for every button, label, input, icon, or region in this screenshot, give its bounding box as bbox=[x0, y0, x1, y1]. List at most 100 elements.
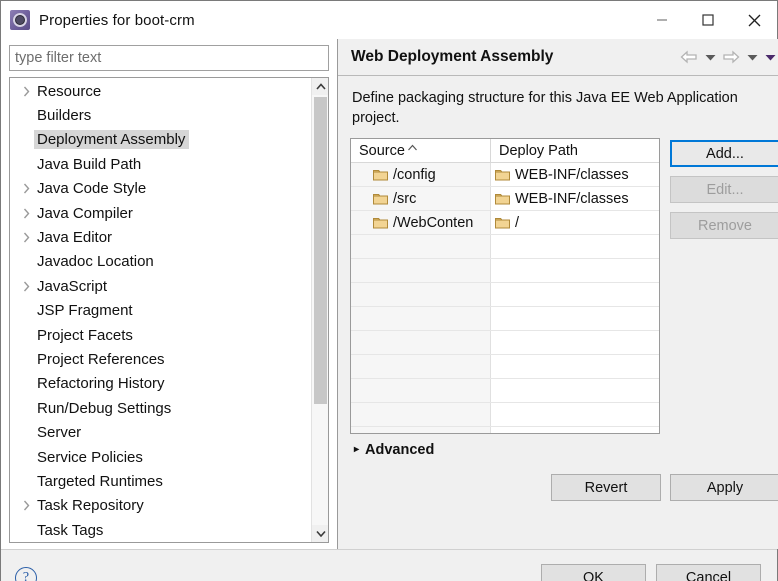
edit-button[interactable]: Edit... bbox=[670, 176, 778, 203]
chevron-right-icon[interactable] bbox=[18, 498, 34, 514]
remove-button[interactable]: Remove bbox=[670, 212, 778, 239]
sidebar-item-jsp-fragment[interactable]: JSP Fragment bbox=[10, 299, 311, 323]
table-row[interactable]: /src WEB-INF/classes bbox=[351, 187, 659, 211]
sidebar-item-server[interactable]: Server bbox=[10, 420, 311, 444]
column-header-source[interactable]: Source bbox=[351, 139, 491, 162]
cell-empty-source bbox=[351, 427, 491, 433]
settings-sidebar: Resource Builders Deployment Assembly Java … bbox=[1, 39, 337, 550]
window-title: Properties for boot-crm bbox=[39, 11, 195, 29]
page-header: Web Deployment Assembly bbox=[338, 39, 778, 76]
page-nav-controls bbox=[678, 46, 778, 68]
chevron-right-icon[interactable] bbox=[18, 278, 34, 294]
chevron-right-icon[interactable] bbox=[18, 83, 34, 99]
apply-button[interactable]: Apply bbox=[670, 474, 778, 501]
filter-input[interactable] bbox=[9, 45, 329, 71]
sidebar-item-run-debug-settings[interactable]: Run/Debug Settings bbox=[10, 396, 311, 420]
sidebar-item-project-facets[interactable]: Project Facets bbox=[10, 323, 311, 347]
sidebar-item-javascript[interactable]: JavaScript bbox=[10, 274, 311, 298]
sidebar-item-java-compiler[interactable]: Java Compiler bbox=[10, 201, 311, 225]
table-row-empty bbox=[351, 259, 659, 283]
scroll-down-button[interactable] bbox=[312, 525, 328, 543]
folder-icon bbox=[495, 168, 510, 181]
settings-page: Web Deployment Assembly Define packaging… bbox=[337, 39, 778, 550]
table-row[interactable]: /config WEB-INF/classes bbox=[351, 163, 659, 187]
chevron-right-icon[interactable] bbox=[18, 205, 34, 221]
close-button[interactable] bbox=[731, 1, 777, 39]
cell-source-text: /config bbox=[393, 166, 436, 183]
revert-button[interactable]: Revert bbox=[551, 474, 661, 501]
sidebar-scrollbar[interactable] bbox=[311, 78, 328, 543]
sidebar-item-java-editor[interactable]: Java Editor bbox=[10, 225, 311, 249]
view-menu-chevron-down-icon[interactable] bbox=[762, 46, 778, 68]
forward-menu-chevron-down-icon[interactable] bbox=[744, 46, 760, 68]
dialog-buttons: OK Cancel bbox=[541, 563, 761, 581]
sidebar-item-label: JSP Fragment bbox=[37, 302, 133, 320]
sidebar-item-builders[interactable]: Builders bbox=[10, 103, 311, 127]
forward-arrow-icon[interactable] bbox=[720, 46, 742, 68]
cell-deploy-path: WEB-INF/classes bbox=[491, 163, 659, 186]
sidebar-item-label: Builders bbox=[37, 107, 92, 125]
ok-button[interactable]: OK bbox=[541, 563, 646, 581]
cell-empty-deploy-path bbox=[491, 259, 659, 282]
dialog-body: Resource Builders Deployment Assembly Java … bbox=[1, 39, 778, 550]
cell-source-text: /WebConten bbox=[393, 214, 474, 231]
settings-tree-container: Resource Builders Deployment Assembly Java … bbox=[9, 77, 329, 544]
chevron-right-icon[interactable] bbox=[18, 181, 34, 197]
sidebar-item-targeted-runtimes[interactable]: Targeted Runtimes bbox=[10, 469, 311, 493]
edit-button-label: Edit... bbox=[706, 181, 744, 198]
scrollbar-thumb[interactable] bbox=[314, 97, 327, 404]
sidebar-item-java-build-path[interactable]: Java Build Path bbox=[10, 152, 311, 176]
cell-empty-source bbox=[351, 307, 491, 330]
sidebar-item-task-tags[interactable]: Task Tags bbox=[10, 518, 311, 542]
sidebar-item-refactoring-history[interactable]: Refactoring History bbox=[10, 372, 311, 396]
cell-empty-deploy-path bbox=[491, 235, 659, 258]
cell-source: /config bbox=[351, 163, 491, 186]
add-button[interactable]: Add... bbox=[670, 140, 778, 167]
chevron-right-icon[interactable] bbox=[18, 230, 34, 246]
eclipse-gear-icon bbox=[10, 10, 30, 30]
cancel-button-label: Cancel bbox=[685, 570, 732, 581]
scroll-up-button[interactable] bbox=[312, 78, 328, 95]
sidebar-item-label: Server bbox=[37, 424, 82, 442]
table-row[interactable]: /WebConten / bbox=[351, 211, 659, 235]
sidebar-item-resource[interactable]: Resource bbox=[10, 79, 311, 103]
cell-empty-deploy-path bbox=[491, 283, 659, 306]
maximize-button[interactable] bbox=[685, 1, 731, 39]
advanced-section-toggle[interactable]: ▸ Advanced bbox=[338, 434, 778, 458]
back-menu-chevron-down-icon[interactable] bbox=[702, 46, 718, 68]
sidebar-item-deployment-assembly[interactable]: Deployment Assembly bbox=[10, 128, 311, 152]
sidebar-item-service-policies[interactable]: Service Policies bbox=[10, 445, 311, 469]
dialog-footer: ? https://blog.csdn.net/weixin_44096133 … bbox=[1, 549, 777, 581]
settings-tree[interactable]: Resource Builders Deployment Assembly Java … bbox=[10, 78, 311, 542]
sidebar-item-label: JavaScript bbox=[37, 277, 108, 295]
remove-button-label: Remove bbox=[698, 217, 752, 234]
minimize-button[interactable] bbox=[639, 1, 685, 39]
sidebar-item-label: Refactoring History bbox=[37, 375, 165, 393]
back-arrow-icon[interactable] bbox=[678, 46, 700, 68]
table-row-empty bbox=[351, 283, 659, 307]
sidebar-item-javadoc-location[interactable]: Javadoc Location bbox=[10, 250, 311, 274]
sidebar-item-project-references[interactable]: Project References bbox=[10, 347, 311, 371]
properties-dialog: Properties for boot-crm Resource Builders… bbox=[0, 0, 778, 581]
sidebar-item-label: Java Compiler bbox=[37, 204, 133, 222]
sidebar-item-label: Java Code Style bbox=[37, 180, 147, 198]
deployment-assembly-table[interactable]: Source Deploy Path /config WEB-INF/classe… bbox=[350, 138, 660, 434]
cell-empty-source bbox=[351, 235, 491, 258]
cell-empty-source bbox=[351, 379, 491, 402]
sidebar-item-task-repository[interactable]: Task Repository bbox=[10, 494, 311, 518]
cell-deploy-path: / bbox=[491, 211, 659, 234]
window-controls bbox=[639, 1, 777, 39]
column-header-deploy-path[interactable]: Deploy Path bbox=[491, 139, 659, 162]
cancel-button[interactable]: Cancel bbox=[656, 563, 761, 581]
cell-empty-deploy-path bbox=[491, 403, 659, 426]
question-mark-icon[interactable]: ? bbox=[15, 567, 37, 581]
cell-empty-source bbox=[351, 403, 491, 426]
table-header-row: Source Deploy Path bbox=[351, 139, 659, 163]
sidebar-item-java-code-style[interactable]: Java Code Style bbox=[10, 177, 311, 201]
sidebar-item-label: Project References bbox=[37, 350, 165, 368]
cell-deploy-path: WEB-INF/classes bbox=[491, 187, 659, 210]
